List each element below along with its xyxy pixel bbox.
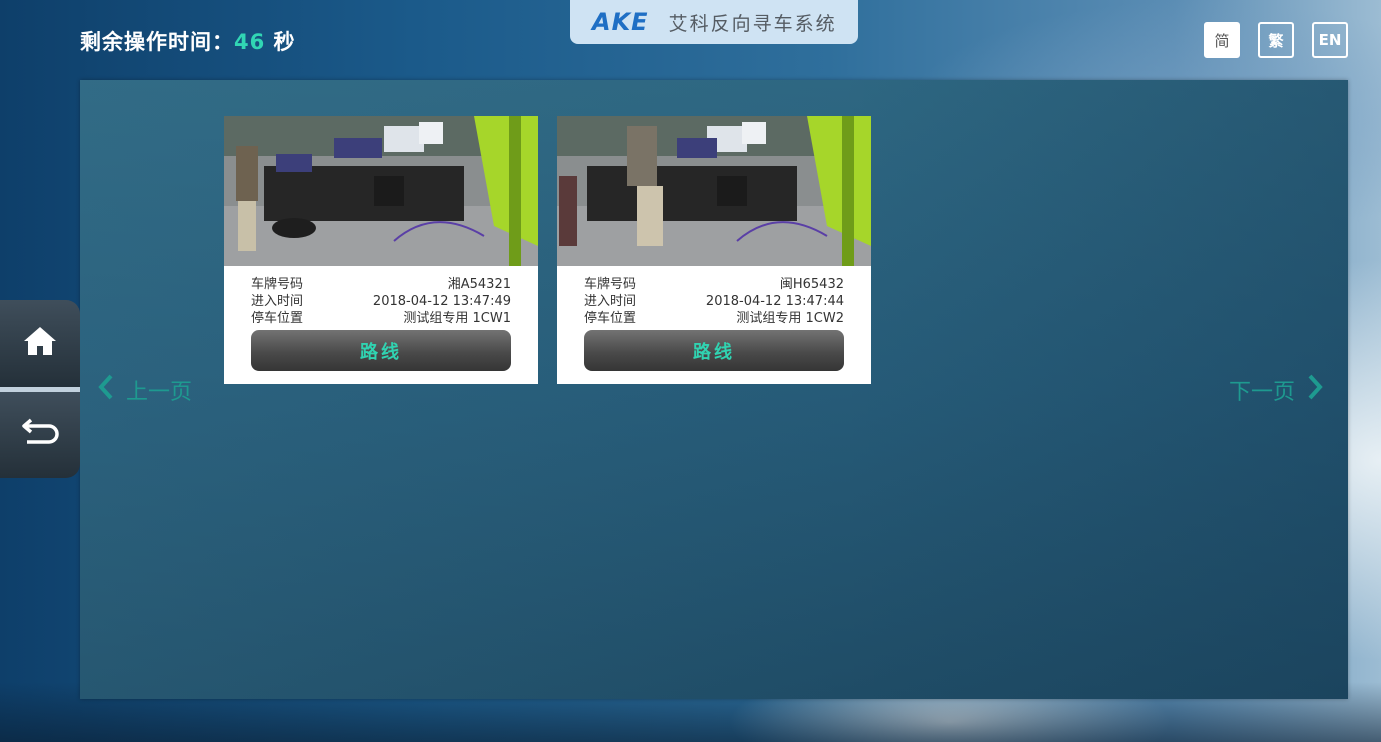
plate-value: 湘A54321 [447, 277, 511, 292]
back-button[interactable] [0, 391, 80, 478]
parking-spot-value: 测试组专用 1CW1 [403, 311, 511, 326]
countdown-timer: 剩余操作时间：46 秒 [80, 26, 296, 56]
vehicle-info: 车牌号码 闽H65432 进入时间 2018-04-12 13:47:44 停车… [557, 266, 871, 327]
countdown-value: 46 [234, 30, 266, 54]
plate-row: 车牌号码 湘A54321 [251, 276, 511, 293]
system-title: 艾科反向寻车系统 [668, 12, 837, 35]
entry-time-value: 2018-04-12 13:47:49 [372, 294, 511, 309]
parking-spot-row: 停车位置 测试组专用 1CW1 [251, 310, 511, 327]
entry-time-label: 进入时间 [584, 294, 637, 309]
route-button[interactable]: 路线 [251, 330, 511, 371]
vehicle-info: 车牌号码 湘A54321 进入时间 2018-04-12 13:47:49 停车… [224, 266, 538, 327]
parking-spot-label: 停车位置 [251, 311, 304, 326]
logo-banner: AKE 艾科反向寻车系统 [570, 0, 858, 44]
vehicle-card: 车牌号码 闽H65432 进入时间 2018-04-12 13:47:44 停车… [557, 116, 871, 384]
lang-simplified-button[interactable]: 简 [1204, 22, 1240, 58]
brand-logo: AKE [592, 8, 649, 36]
lang-english-button[interactable]: EN [1312, 22, 1348, 58]
home-icon [22, 325, 58, 361]
home-button[interactable] [0, 300, 80, 392]
chevron-right-icon [1305, 373, 1325, 407]
parking-spot-row: 停车位置 测试组专用 1CW2 [584, 310, 844, 327]
vehicle-photo [557, 116, 871, 266]
prev-page-button[interactable]: 上一页 [96, 373, 192, 407]
entry-time-label: 进入时间 [251, 294, 304, 309]
entry-time-row: 进入时间 2018-04-12 13:47:44 [584, 293, 844, 310]
parking-spot-label: 停车位置 [584, 311, 637, 326]
plate-label: 车牌号码 [251, 277, 304, 292]
next-page-button[interactable]: 下一页 [1229, 373, 1325, 407]
vehicle-card: 车牌号码 湘A54321 进入时间 2018-04-12 13:47:49 停车… [224, 116, 538, 384]
side-nav [0, 300, 80, 478]
entry-time-value: 2018-04-12 13:47:44 [705, 294, 844, 309]
countdown-label: 剩余操作时间： [80, 30, 234, 54]
return-icon [21, 418, 59, 452]
plate-value: 闽H65432 [779, 277, 844, 292]
route-button[interactable]: 路线 [584, 330, 844, 371]
vehicle-photo [224, 116, 538, 266]
entry-time-row: 进入时间 2018-04-12 13:47:49 [251, 293, 511, 310]
parking-spot-value: 测试组专用 1CW2 [736, 311, 844, 326]
next-page-label: 下一页 [1229, 380, 1296, 405]
countdown-unit: 秒 [273, 30, 296, 54]
plate-row: 车牌号码 闽H65432 [584, 276, 844, 293]
lang-traditional-button[interactable]: 繁 [1258, 22, 1294, 58]
chevron-left-icon [96, 373, 116, 407]
prev-page-label: 上一页 [126, 380, 193, 405]
plate-label: 车牌号码 [584, 277, 637, 292]
